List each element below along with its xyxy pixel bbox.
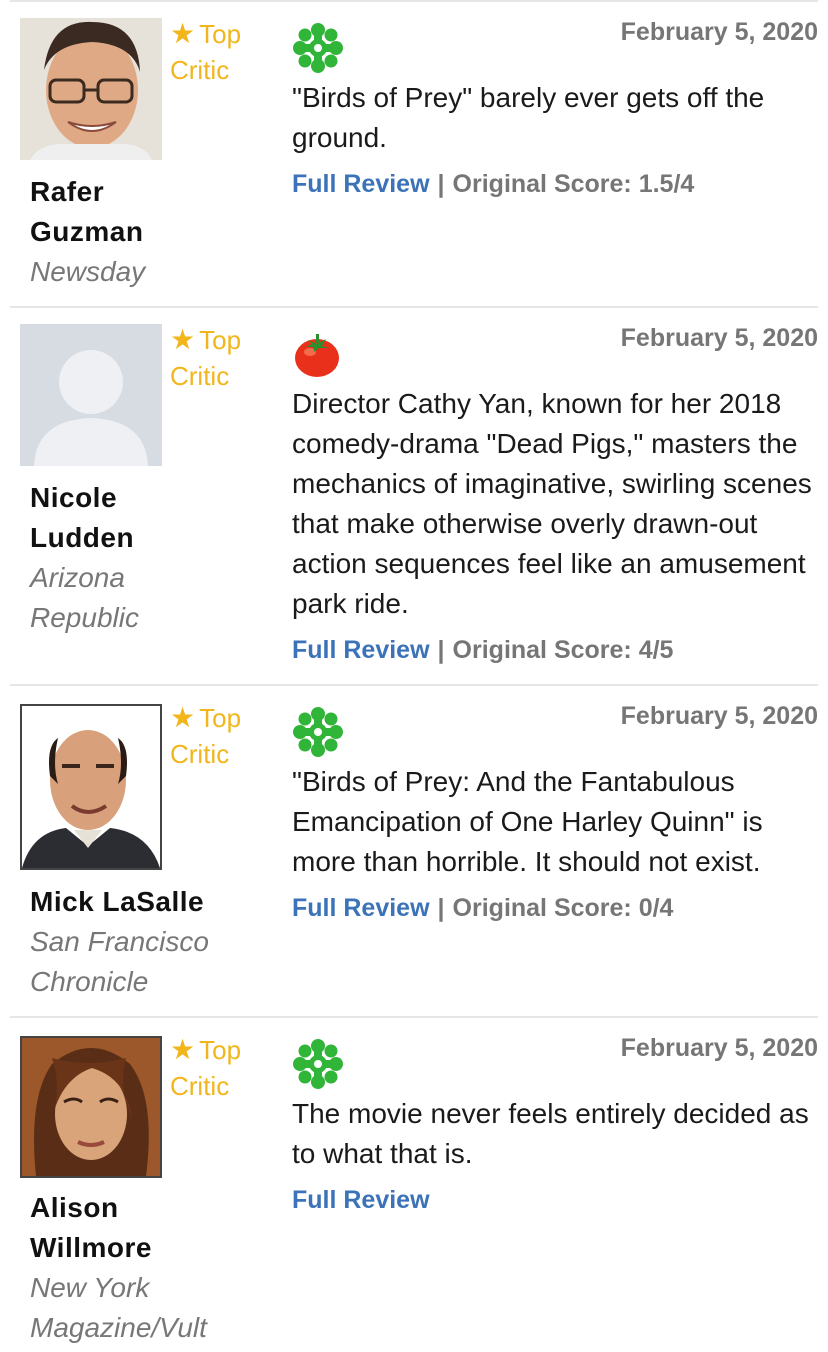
critic-avatar[interactable] [20, 1036, 162, 1178]
critic-name[interactable]: Mick LaSalle [30, 882, 260, 922]
review-links: Full Review [292, 1186, 430, 1215]
review-card: ★ Top Critic Mick LaSalle San Francisco C… [10, 684, 818, 1018]
separator: | [437, 636, 445, 664]
full-review-link[interactable]: Full Review [292, 1186, 430, 1214]
top-critic-badge: ★ Top Critic [170, 1034, 242, 1101]
original-score: Original Score: 0/4 [452, 894, 674, 922]
critic-publication[interactable]: San Francisco Chronicle [30, 922, 270, 1002]
star-icon: ★ [170, 702, 196, 733]
separator: | [437, 894, 445, 922]
critic-name[interactable]: Alison Willmore [30, 1188, 260, 1268]
fresh-tomato-icon [292, 328, 344, 380]
original-score: Original Score: 4/5 [452, 636, 674, 664]
original-score: Original Score: 1.5/4 [452, 170, 695, 198]
top-critic-badge: ★ Top Critic [170, 324, 242, 391]
critic-avatar[interactable] [20, 18, 162, 160]
review-card: ★ Top Critic Rafer Guzman Newsday Februa… [10, 0, 818, 308]
rotten-splat-icon [292, 1038, 344, 1090]
critic-publication[interactable]: Arizona Republic [30, 558, 270, 638]
top-critic-badge: ★ Top Critic [170, 18, 242, 85]
full-review-link[interactable]: Full Review [292, 170, 430, 198]
critic-avatar[interactable] [20, 704, 162, 870]
critic-publication[interactable]: Newsday [30, 252, 270, 292]
review-links: Full Review | Original Score: 4/5 [292, 636, 673, 665]
separator: | [437, 170, 445, 198]
review-date: February 5, 2020 [620, 18, 818, 46]
critic-avatar[interactable] [20, 324, 162, 466]
critic-publication[interactable]: New York Magazine/Vult [30, 1268, 270, 1348]
star-icon: ★ [170, 1034, 196, 1065]
critic-name[interactable]: Nicole Ludden [30, 478, 260, 558]
review-links: Full Review | Original Score: 0/4 [292, 894, 673, 923]
rotten-splat-icon [292, 22, 344, 74]
review-quote: "Birds of Prey: And the Fantabulous Eman… [292, 766, 763, 877]
review-date: February 5, 2020 [620, 1034, 818, 1062]
critic-name[interactable]: Rafer Guzman [30, 172, 260, 252]
review-links: Full Review | Original Score: 1.5/4 [292, 170, 694, 199]
star-icon: ★ [170, 18, 196, 49]
review-card: ★ Top Critic Nicole Ludden Arizona Republ… [10, 306, 818, 686]
review-quote: The movie never feels entirely decided a… [292, 1098, 809, 1169]
top-critic-badge: ★ Top Critic [170, 702, 242, 769]
full-review-link[interactable]: Full Review [292, 636, 430, 664]
rotten-splat-icon [292, 706, 344, 758]
full-review-link[interactable]: Full Review [292, 894, 430, 922]
review-date: February 5, 2020 [620, 702, 818, 730]
review-card: ★ Top Critic Alison Willmore New York Mag… [10, 1016, 818, 1352]
review-date: February 5, 2020 [620, 324, 818, 352]
review-quote: "Birds of Prey" barely ever gets off the… [292, 82, 765, 153]
star-icon: ★ [170, 324, 196, 355]
review-quote: Director Cathy Yan, known for her 2018 c… [292, 388, 812, 619]
